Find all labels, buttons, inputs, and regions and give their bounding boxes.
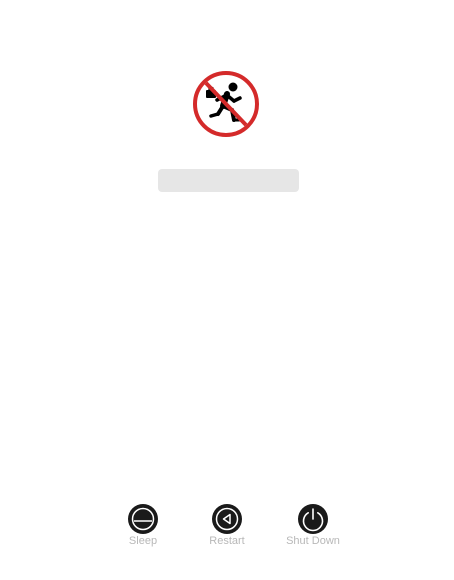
shutdown-icon [297, 503, 329, 535]
restart-button[interactable]: Restart [187, 503, 267, 553]
sleep-icon [127, 503, 159, 535]
restart-label: Restart [209, 535, 245, 547]
restart-icon [211, 503, 243, 535]
shutdown-button[interactable]: Shut Down [273, 503, 353, 553]
sleep-label: Sleep [128, 535, 158, 547]
user-avatar [192, 70, 260, 138]
password-input[interactable] [158, 169, 299, 192]
running-man-prohibition-icon [193, 71, 259, 137]
shutdown-label: Shut Down [286, 535, 340, 547]
sleep-button[interactable]: Sleep [103, 503, 183, 553]
